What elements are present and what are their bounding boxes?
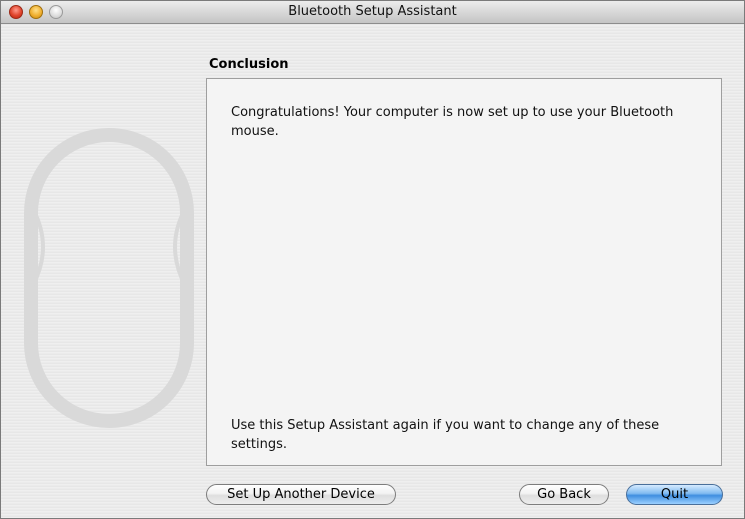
window-title: Bluetooth Setup Assistant — [288, 4, 457, 19]
conclusion-message: Congratulations! Your computer is now se… — [231, 105, 674, 139]
page-heading: Conclusion — [209, 57, 289, 72]
go-back-button[interactable]: Go Back — [519, 484, 609, 505]
setup-assistant-window: Bluetooth Setup Assistant Conclusion Con… — [0, 0, 745, 519]
bluetooth-mouse-icon — [24, 128, 194, 428]
set-up-another-device-button[interactable]: Set Up Another Device — [206, 484, 396, 505]
content-panel: Congratulations! Your computer is now se… — [206, 78, 722, 466]
quit-button[interactable]: Quit — [626, 484, 723, 505]
title-bar[interactable]: Bluetooth Setup Assistant — [1, 1, 744, 24]
footer-note: Use this Setup Assistant again if you wa… — [231, 418, 660, 452]
